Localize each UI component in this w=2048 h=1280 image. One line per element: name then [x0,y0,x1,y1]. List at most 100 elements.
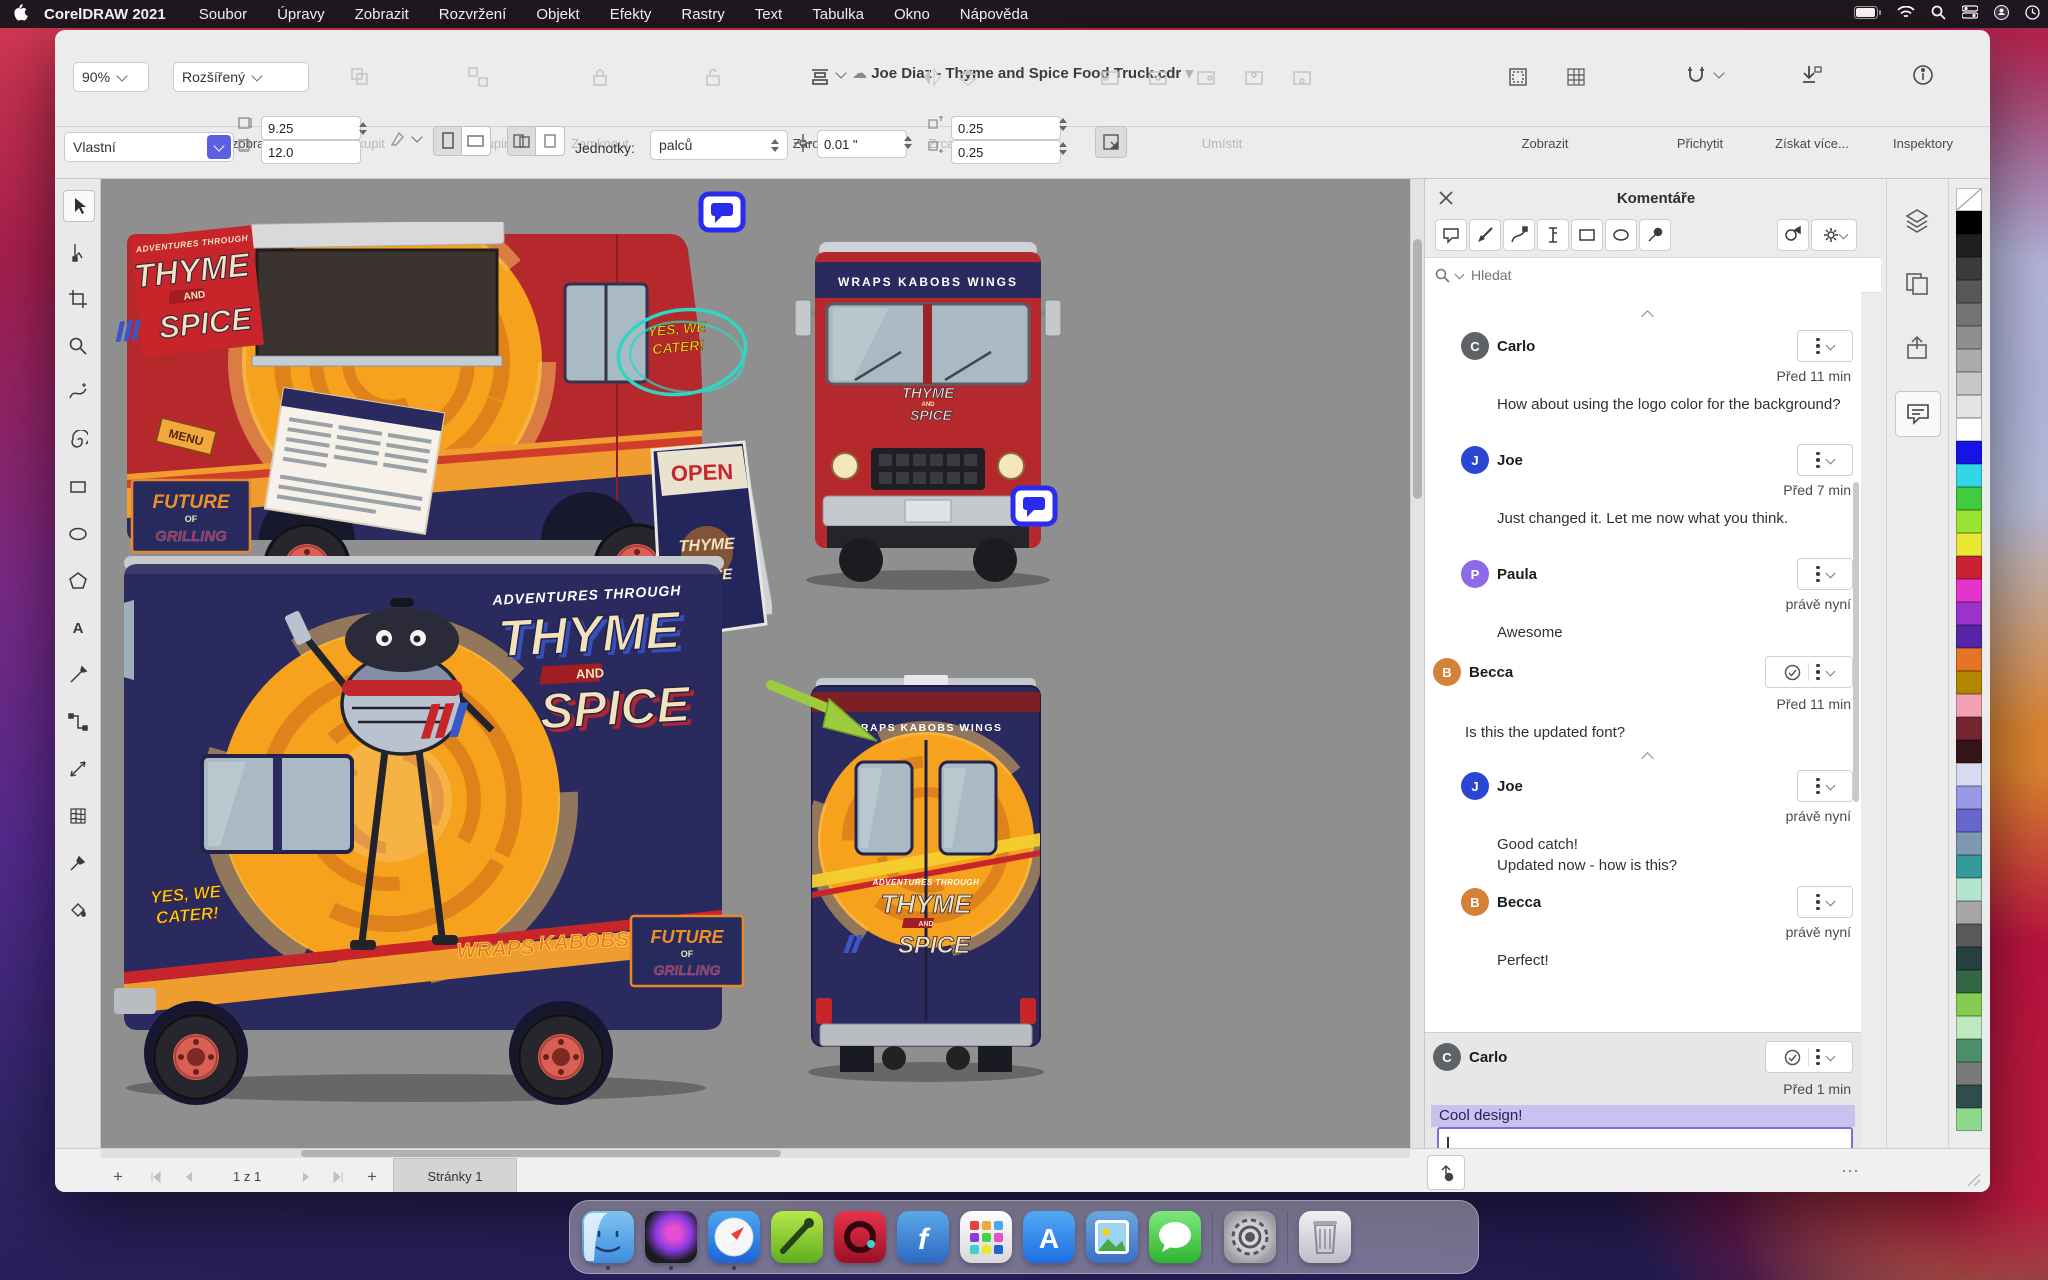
comment-anchor-button[interactable] [1427,1155,1465,1190]
swatch[interactable] [1956,740,1982,763]
battery-icon[interactable] [1854,6,1881,23]
dimension-tool[interactable] [63,754,93,784]
canvas-vscrollbar[interactable] [1410,179,1424,1148]
dock-system-preferences-icon[interactable] [1224,1211,1276,1263]
collapse-thread-2-icon[interactable] [1643,754,1655,766]
menu-item-okno[interactable]: Okno [879,6,945,23]
swatch[interactable] [1956,556,1982,579]
swatch[interactable] [1956,303,1982,326]
swatch[interactable] [1956,947,1982,970]
swatch[interactable] [1956,1108,1982,1131]
draw-tool-button[interactable] [1503,219,1535,251]
swatch[interactable] [1956,855,1982,878]
preset-dropdown-button[interactable] [207,135,231,159]
swatch[interactable] [1956,464,1982,487]
swatch[interactable] [1956,326,1982,349]
swatch[interactable] [1956,924,1982,947]
swatch[interactable] [1956,418,1982,441]
objects-docker-icon[interactable] [1904,271,1930,302]
rectangle-tool[interactable] [63,472,93,502]
hscrollbar[interactable] [101,1149,1410,1158]
pick-tool[interactable] [63,190,95,222]
swatch[interactable] [1956,970,1982,993]
units-select[interactable]: palců [650,130,788,160]
arrow-tool-button[interactable] [1469,219,1501,251]
truck-side-bottom-artwork[interactable]: ADVENTURES THROUGH THYME THYME AND SPICE… [106,548,771,1113]
swatch[interactable] [1956,763,1982,786]
layers-docker-icon[interactable] [1904,207,1930,238]
truck-front-artwork[interactable]: WRAPS KABOBS WINGS THYME AND SPICE [793,238,1063,598]
menu-item-rastry[interactable]: Rastry [666,6,739,23]
swatch[interactable] [1956,1085,1982,1108]
comment-resolve-menu[interactable] [1765,656,1853,688]
note-tool-button[interactable] [1435,219,1467,251]
inspectors-icon[interactable] [1910,62,1936,88]
resolve-check-icon[interactable] [1784,1049,1801,1066]
comment-marker-1[interactable] [698,191,746,240]
menu-item-rozvrzeni[interactable]: Rozvržení [424,6,522,23]
clock-icon[interactable] [2025,5,2040,24]
swatch[interactable] [1956,1016,1982,1039]
dock-photo-paint-icon[interactable] [834,1211,886,1263]
search-filter-chevron-icon[interactable] [1455,269,1465,279]
status-overflow-icon[interactable]: ⋯ [1841,1161,1861,1182]
add-page-button-2[interactable]: + [367,1167,377,1187]
control-center-icon[interactable] [1962,5,1978,23]
dock-messages-icon[interactable] [1149,1211,1201,1263]
swatch[interactable] [1956,671,1982,694]
swatch[interactable] [1956,579,1982,602]
duplicate-x-field[interactable]: 0.25 [951,116,1061,140]
pen-tool[interactable] [63,660,93,690]
swatch[interactable] [1956,280,1982,303]
swatch[interactable] [1956,395,1982,418]
page-preset-select[interactable]: Vlastní [64,132,234,162]
menu-item-objekt[interactable]: Objekt [521,6,594,23]
comment-menu[interactable] [1797,770,1853,802]
swatch[interactable] [1956,625,1982,648]
pages-tab[interactable]: Stránky 1 [393,1158,517,1192]
grid-icon[interactable] [1563,64,1589,90]
dock-font-manager-icon[interactable]: f [897,1211,949,1263]
zoom-level-select[interactable]: 90% [73,62,149,92]
swatch[interactable] [1956,809,1982,832]
resize-grip[interactable] [1967,1173,1981,1187]
rect-annotation-button[interactable] [1571,219,1603,251]
swatch[interactable] [1956,349,1982,372]
swatch[interactable] [1956,257,1982,280]
nudge-stepper[interactable] [904,136,912,149]
swatch[interactable] [1956,441,1982,464]
swatch[interactable] [1956,717,1982,740]
swatch[interactable] [1956,533,1982,556]
export-docker-icon[interactable] [1904,335,1930,366]
crop-tool[interactable] [63,284,93,314]
dock-finder-icon[interactable] [582,1211,634,1263]
swatch[interactable] [1956,993,1982,1016]
swatch[interactable] [1956,1039,1982,1062]
landscape-button[interactable] [461,126,491,156]
swatch[interactable] [1956,832,1982,855]
artistic-media-tool[interactable] [63,425,93,455]
collapse-thread-1-icon[interactable] [1643,312,1655,324]
comment-marker-2[interactable] [1010,485,1058,534]
comment-menu[interactable] [1797,330,1853,362]
current-page-button[interactable] [535,126,565,156]
swatch[interactable] [1956,648,1982,671]
dock-app-store-icon[interactable]: A [1023,1211,1075,1263]
eyedropper-tool[interactable] [63,848,93,878]
swatch[interactable] [1956,487,1982,510]
page-width-field[interactable]: 9.25 [261,116,361,140]
menu-item-text[interactable]: Text [740,6,798,23]
apple-menu-icon[interactable] [0,4,34,25]
comment-resolve-menu[interactable] [1765,1041,1853,1073]
dock-safari-icon[interactable] [708,1211,760,1263]
title-chevron-icon[interactable]: ▾ [1185,65,1193,82]
navigate-comments-button[interactable] [1777,219,1809,251]
search-icon[interactable] [1931,5,1946,24]
comment-menu[interactable] [1797,886,1853,918]
menu-item-soubor[interactable]: Soubor [184,6,262,23]
align-icon[interactable] [807,64,833,90]
menu-item-efekty[interactable]: Efekty [595,6,667,23]
swatch[interactable] [1956,211,1982,234]
swatch[interactable] [1956,786,1982,809]
swatch[interactable] [1956,234,1982,257]
